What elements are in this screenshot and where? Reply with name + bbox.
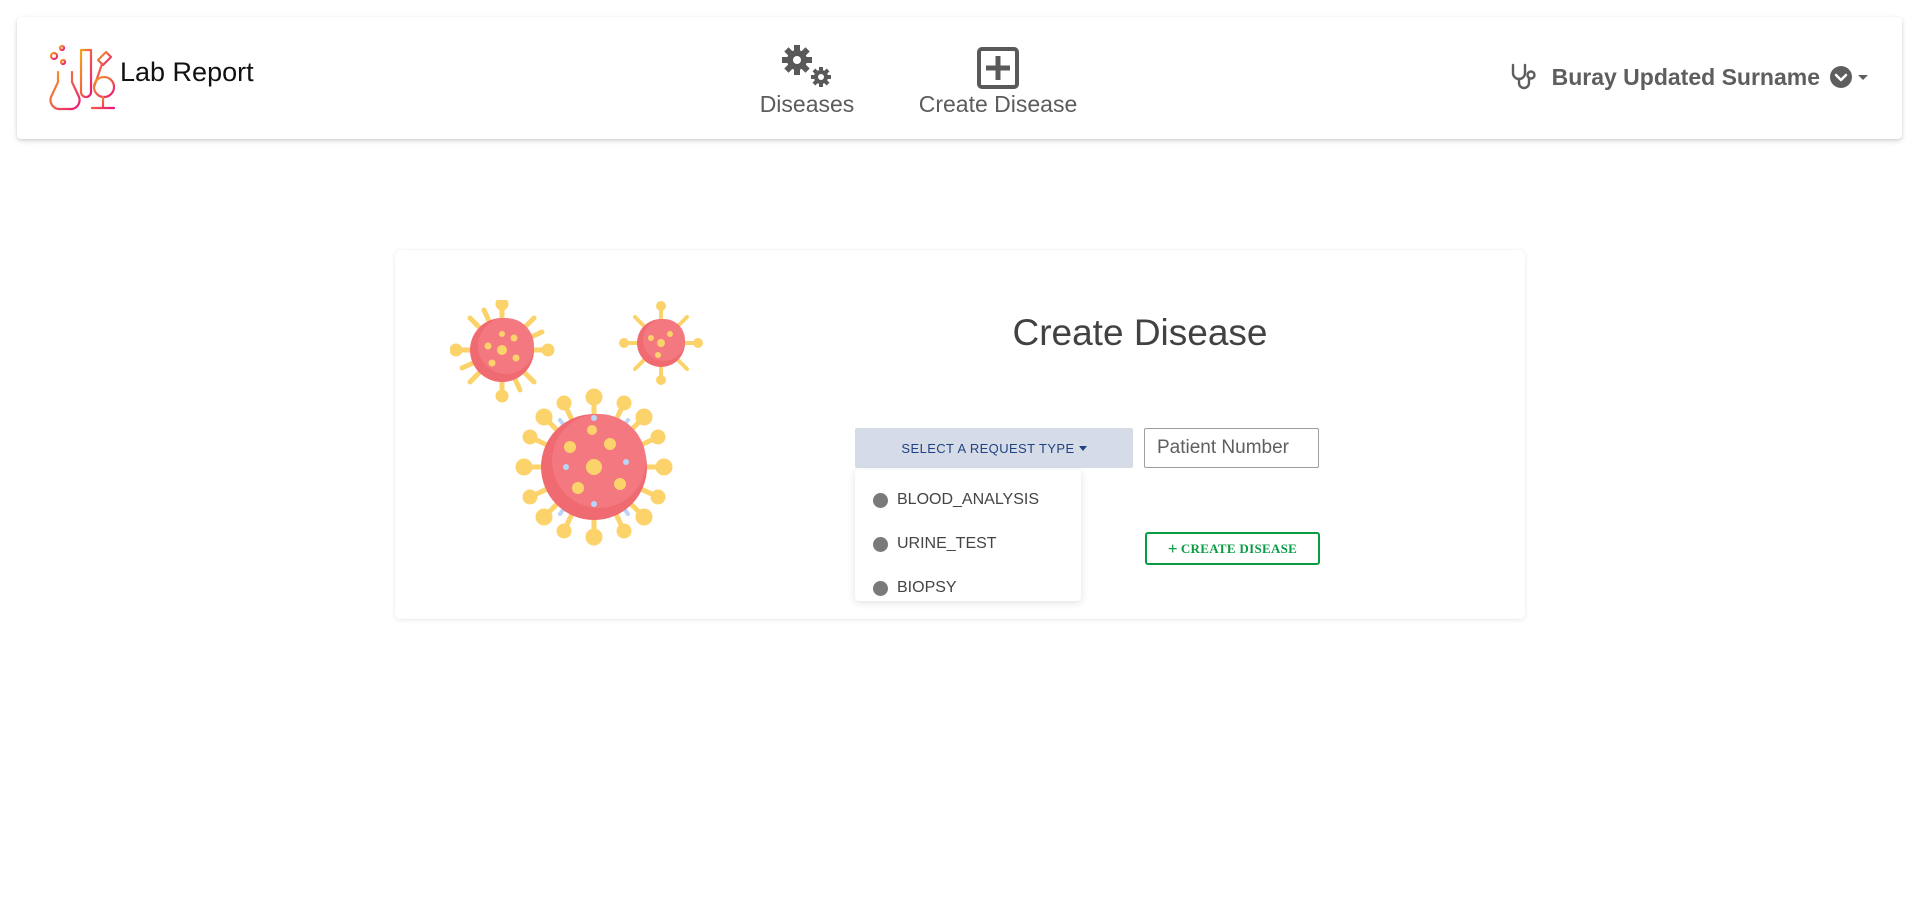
gears-icon	[777, 43, 837, 89]
top-navbar: Lab Report Diseases Create Disease Buray…	[17, 17, 1902, 139]
stethoscope-icon	[1511, 63, 1536, 90]
dropdown-item-label: BLOOD_ANALYSIS	[897, 491, 1039, 508]
dropdown-item-blood-analysis[interactable]: BLOOD_ANALYSIS	[855, 478, 1081, 522]
lab-flask-logo-icon	[49, 44, 116, 111]
brand-title: Lab Report	[120, 56, 254, 87]
request-type-button-label: SELECT A REQUEST TYPE	[901, 440, 1075, 456]
user-name: Buray Updated Surname	[1551, 63, 1820, 90]
nav-diseases-label: Diseases	[759, 91, 855, 117]
create-disease-card: Create Disease SELECT A REQUEST TYPE + C…	[395, 250, 1525, 619]
user-menu[interactable]: Buray Updated Surname	[1508, 62, 1872, 92]
radio-dot-icon	[873, 492, 888, 508]
nav-create-disease-label: Create Disease	[918, 91, 1078, 117]
dropdown-item-label: URINE_TEST	[897, 535, 997, 552]
dropdown-item-biopsy[interactable]: BIOPSY	[855, 566, 1081, 610]
brand-link[interactable]: Lab Report	[48, 42, 254, 114]
virus-illustration-icon	[450, 300, 703, 546]
plus-square-icon	[977, 43, 1019, 89]
patient-number-input[interactable]	[1144, 428, 1319, 468]
create-disease-button-label: CREATE DISEASE	[1180, 540, 1298, 556]
request-type-dropdown-button[interactable]: SELECT A REQUEST TYPE	[855, 428, 1133, 468]
dropdown-item-label: BIOPSY	[897, 579, 957, 596]
radio-dot-icon	[873, 580, 888, 596]
nav-diseases[interactable]: Diseases	[744, 43, 870, 118]
chevron-down-icon[interactable]	[1830, 65, 1872, 89]
nav-create-disease[interactable]: Create Disease	[898, 43, 1098, 118]
radio-dot-icon	[873, 536, 888, 552]
request-type-dropdown-menu: BLOOD_ANALYSIS URINE_TEST BIOPSY	[855, 470, 1081, 601]
page-title: Create Disease	[1012, 312, 1268, 353]
create-disease-button[interactable]: + CREATE DISEASE	[1145, 532, 1320, 565]
caret-down-icon	[1078, 445, 1087, 451]
plus-icon: +	[1167, 539, 1178, 558]
dropdown-item-urine-test[interactable]: URINE_TEST	[855, 522, 1081, 566]
main-nav: Diseases Create Disease	[744, 43, 1098, 118]
